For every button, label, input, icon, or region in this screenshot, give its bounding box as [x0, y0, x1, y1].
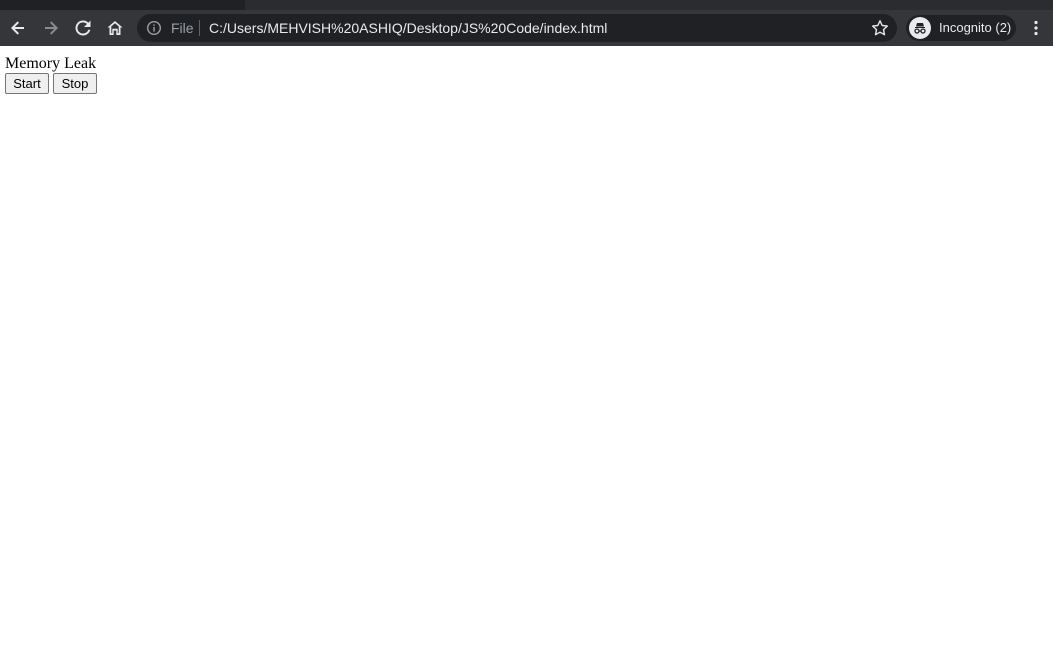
profile-label: Incognito (2)	[939, 20, 1012, 35]
url-scheme-label: File	[171, 20, 194, 36]
tab-strip-background	[245, 0, 1053, 10]
forward-arrow-icon	[45, 21, 58, 35]
page-title: Memory Leak	[5, 55, 97, 72]
page-content: Memory Leak Start Stop	[0, 46, 1053, 670]
incognito-profile-button[interactable]: Incognito (2)	[906, 15, 1016, 41]
info-icon[interactable]	[146, 20, 162, 36]
home-button[interactable]	[103, 16, 127, 40]
address-divider	[199, 20, 200, 36]
tab-strip	[0, 0, 1053, 10]
reload-icon	[75, 20, 91, 36]
address-bar[interactable]: File C:/Users/MEHVISH%20ASHIQ/Desktop/JS…	[137, 14, 897, 42]
start-button[interactable]: Start	[5, 73, 49, 94]
home-icon	[107, 21, 123, 35]
kebab-menu-icon	[1034, 20, 1038, 36]
browser-menu-button[interactable]	[1026, 18, 1046, 38]
forward-button[interactable]	[39, 16, 63, 40]
star-icon[interactable]	[871, 19, 889, 37]
reload-button[interactable]	[71, 16, 95, 40]
incognito-icon	[909, 17, 931, 39]
back-arrow-icon	[11, 21, 24, 35]
back-button[interactable]	[6, 16, 30, 40]
stop-button[interactable]: Stop	[53, 73, 97, 94]
url-text[interactable]: C:/Users/MEHVISH%20ASHIQ/Desktop/JS%20Co…	[209, 21, 607, 35]
browser-toolbar: File C:/Users/MEHVISH%20ASHIQ/Desktop/JS…	[0, 10, 1053, 46]
